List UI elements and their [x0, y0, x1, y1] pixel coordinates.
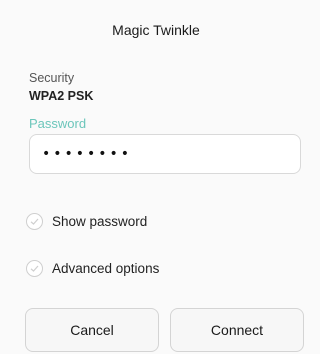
- checkmark-circle-icon[interactable]: [26, 212, 43, 230]
- password-label: Password: [29, 116, 87, 131]
- checkmark-circle-icon[interactable]: [26, 259, 43, 277]
- show-password-option[interactable]: Show password: [26, 210, 147, 232]
- security-label: Security: [29, 71, 75, 85]
- advanced-options-option[interactable]: Advanced options: [26, 257, 159, 279]
- network-name-title: Magic Twinkle: [112, 22, 200, 38]
- show-password-label: Show password: [52, 213, 148, 229]
- security-value: WPA2 PSK: [29, 89, 94, 103]
- cancel-button[interactable]: Cancel: [25, 308, 159, 352]
- password-field[interactable]: ••••••••: [29, 134, 301, 174]
- password-masked-value: ••••••••: [42, 146, 133, 162]
- advanced-options-label: Advanced options: [52, 260, 160, 276]
- wifi-connect-dialog: Magic Twinkle Security WPA2 PSK Password…: [0, 0, 312, 354]
- connect-button[interactable]: Connect: [170, 308, 304, 352]
